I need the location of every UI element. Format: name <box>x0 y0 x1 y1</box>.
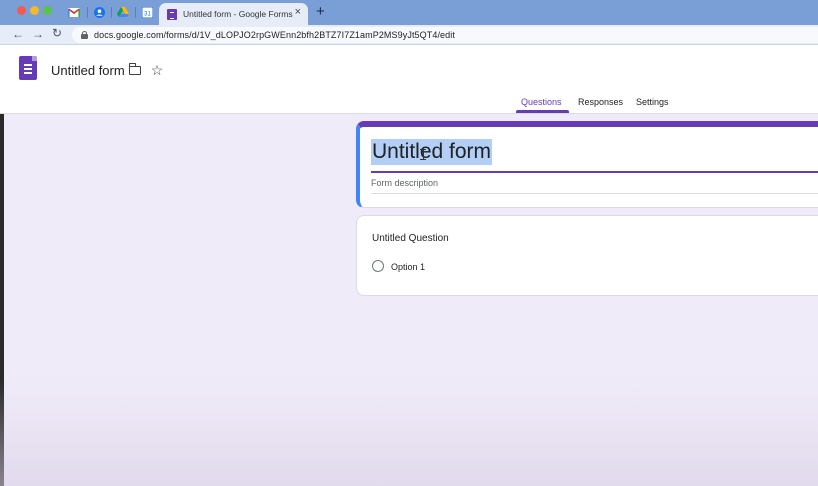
address-bar[interactable]: docs.google.com/forms/d/1V_dLOPJO2rpGWEn… <box>72 27 818 43</box>
account-icon[interactable] <box>92 5 106 19</box>
maximize-window-button[interactable] <box>43 6 52 15</box>
gmail-icon[interactable] <box>67 5 81 19</box>
tab-questions[interactable]: Questions <box>521 97 562 107</box>
google-forms-logo-icon[interactable] <box>19 56 37 80</box>
option-label[interactable]: Option 1 <box>391 262 425 272</box>
tab-settings[interactable]: Settings <box>636 97 669 107</box>
close-tab-icon[interactable]: × <box>295 6 301 18</box>
tab-google-forms[interactable]: Untitled form - Google Forms × <box>159 3 308 25</box>
tab-responses[interactable]: Responses <box>578 97 623 107</box>
url-text[interactable]: docs.google.com/forms/d/1V_dLOPJO2rpGWEn… <box>94 30 455 40</box>
google-forms-favicon-icon <box>167 8 177 20</box>
browser-toolbar: ← → ↻ docs.google.com/forms/d/1V_dLOPJO2… <box>0 25 818 45</box>
tab-separator <box>135 7 136 18</box>
minimize-window-button[interactable] <box>30 6 39 15</box>
active-tab-indicator <box>516 110 569 113</box>
new-tab-button[interactable]: + <box>316 3 325 20</box>
question-card[interactable]: Untitled Question Option 1 <box>356 215 818 296</box>
star-icon[interactable]: ☆ <box>150 63 164 77</box>
forward-button[interactable]: → <box>32 27 44 41</box>
tab-title: Untitled form - Google Forms <box>183 9 293 19</box>
background-fade <box>0 380 818 486</box>
reload-button[interactable]: ↻ <box>52 26 62 40</box>
close-window-button[interactable] <box>17 6 26 15</box>
back-button[interactable]: ← <box>12 27 24 41</box>
text-cursor-icon <box>420 149 426 160</box>
browser-tab-bar: 31 Untitled form - Google Forms × + <box>0 0 818 25</box>
question-title[interactable]: Untitled Question <box>372 233 449 244</box>
tab-separator <box>111 7 112 18</box>
document-title[interactable]: Untitled form <box>51 63 125 78</box>
form-title-card: Untitled form Form description <box>356 121 818 208</box>
title-focus-underline <box>371 171 818 173</box>
move-to-folder-icon[interactable] <box>128 62 142 77</box>
tab-separator <box>87 7 88 18</box>
calendar-icon[interactable]: 31 <box>140 5 154 19</box>
description-underline <box>371 193 818 194</box>
forms-header: Untitled form ☆ Questions Responses Sett… <box>0 45 818 114</box>
drive-icon[interactable] <box>116 5 130 19</box>
radio-button[interactable] <box>372 260 384 272</box>
form-title-input[interactable]: Untitled form <box>371 139 493 165</box>
svg-text:31: 31 <box>144 11 151 17</box>
lock-icon[interactable] <box>81 31 88 39</box>
form-description-input[interactable]: Form description <box>371 178 438 188</box>
